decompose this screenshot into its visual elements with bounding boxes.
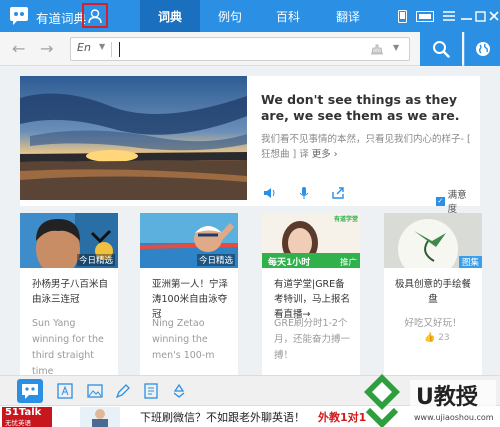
chevron-down-icon[interactable]: ▼ [393,43,399,52]
user-login-button[interactable] [82,3,108,28]
daily-sentence-card[interactable]: We don't see things as they are, we see … [20,76,480,215]
speaker-icon[interactable] [263,186,277,200]
handwriting-icon[interactable] [369,42,385,56]
more-link[interactable]: 更多 › [312,149,338,160]
recycle-icon[interactable] [171,383,187,399]
back-arrow-icon[interactable]: ← [12,41,25,57]
content-area: We don't see things as they are, we see … [0,67,500,375]
youdao-logo-icon [10,7,28,25]
minimize-icon[interactable] [459,9,473,23]
daily-quote: We don't see things as they are, we see … [261,92,460,123]
like-count-label: 23 [438,333,450,343]
watermark-url: www.ujiaoshou.com [414,413,494,422]
text-translate-icon[interactable] [57,383,73,399]
share-icon[interactable] [331,186,345,200]
wordbook-icon[interactable] [143,383,159,399]
search-icon [433,41,450,58]
ad-slogan-text: 每天1小时 [268,256,310,268]
translate-globe-button[interactable] [464,32,500,66]
text-cursor [119,42,120,57]
translation-text: 我们看不见事情的本然，只看见我们内心的样子- [ 狂想曲 ] 译 [261,134,471,160]
card-subtitle: Ning Zetao winning the men's 100-m [152,318,215,361]
card-subtitle: 好吃又好玩！ [404,318,462,329]
image-icon[interactable] [87,383,103,399]
card-subtitle: GRE刷分时1-2个月，还能奋力搏一搏！ [274,318,351,361]
feed-card[interactable]: 今日精选 孙杨男子八百米自由泳三连冠 Sun Yang winning for … [20,213,118,375]
mini-mode-button[interactable] [416,9,434,23]
tab-dictionary[interactable]: 词典 [140,0,200,32]
card-title: 极具创意的手绘餐盘 [394,279,471,305]
tab-encyclopedia[interactable]: 百科 [258,0,318,32]
language-select[interactable]: En [77,41,91,54]
home-dictionary-icon[interactable] [17,379,43,403]
watermark-text: U教授 [416,384,479,410]
like-count[interactable]: 👍 23 [424,333,450,343]
feed-card[interactable]: 今日精选 亚洲第一人！宁泽涛100米自由泳夺冠 Ning Zetao winni… [140,213,238,375]
watermark-logo: U教授 www.ujiaoshou.com [364,374,496,427]
satisfaction-label: 满意度 [447,190,467,215]
card-image-plate: 图集 [384,213,482,268]
daily-translation: 我们看不见事情的本然，只看见我们内心的样子- [ 狂想曲 ] 译 更多 › [261,132,475,162]
feed-card[interactable]: 图集 极具创意的手绘餐盘 好吃又好玩！ 👍 23 [384,213,482,375]
ad-person-image [80,407,120,427]
maximize-icon[interactable] [473,9,487,23]
card-title: 孙杨男子八百米自由泳三连冠 [32,279,109,305]
satisfaction-checkbox[interactable]: ✓ 满意度 [436,187,475,215]
ad-brand-sub: 无忧英语 [5,419,31,427]
card-image-swimmer: 今日精选 [20,213,118,268]
ad-banner-text: 有道学堂 [334,215,358,223]
microphone-icon[interactable] [297,186,311,200]
tab-translate[interactable]: 翻译 [318,0,378,32]
search-box: En ▼ ▼ [70,37,410,61]
mobile-icon[interactable] [395,9,409,23]
ad-brand-name: 51Talk [5,407,42,418]
globe-icon [475,42,490,56]
menu-icon[interactable] [442,9,456,23]
divider [111,42,112,57]
card-image-ad: 有道学堂 每天1小时 推广 [262,213,360,268]
chevron-down-icon[interactable]: ▼ [99,42,105,51]
tab-example-sentences[interactable]: 例句 [200,0,260,32]
sunset-image [20,76,247,200]
feed-card[interactable]: 有道学堂 每天1小时 推广 有道学堂|GRE备考特训，马上报名看直播→ GRE刷… [262,213,360,375]
app-title: 有道词典 [36,11,87,26]
user-icon [88,8,102,23]
thumbs-up-icon: 👍 [424,333,436,343]
checkbox-checked-icon: ✓ [436,196,445,206]
search-input[interactable] [123,40,353,58]
card-subtitle: Sun Yang winning for the third straight … [32,318,104,375]
card-image-swimmer: 今日精选 [140,213,238,268]
gallery-tag: 图集 [458,256,482,268]
feed-cards: 今日精选 孙杨男子八百米自由泳三连冠 Sun Yang winning for … [20,213,482,375]
ad-brand-logo: 51Talk 无忧英语 [2,407,52,427]
title-bar: 有道词典 词典 例句 百科 翻译 [0,0,500,32]
card-badge: 今日精选 [196,254,235,266]
pen-icon[interactable] [115,383,131,399]
ad-text: 下班刷微信？不如跟老外聊英语！ [140,411,305,424]
card-badge: 今日精选 [76,254,115,266]
promo-tag: 推广 [336,256,360,268]
forward-arrow-icon[interactable]: → [40,41,53,57]
search-button[interactable] [420,32,462,66]
close-icon[interactable] [487,9,500,23]
daily-tools: ✓ 满意度 [261,186,475,215]
